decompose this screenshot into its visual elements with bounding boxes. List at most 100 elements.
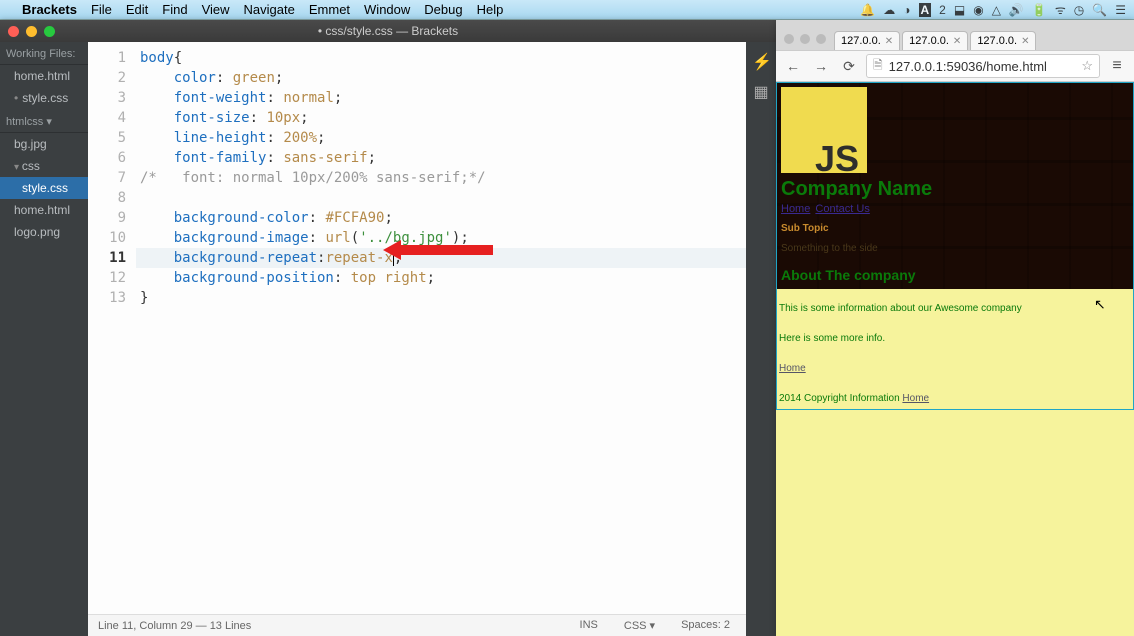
tree-bg[interactable]: bg.jpg [0, 133, 88, 155]
chrome-menu-button[interactable]: ≡ [1106, 57, 1128, 75]
tree-css-folder[interactable]: css [0, 155, 88, 177]
tab-title: 127.0.0. [977, 35, 1017, 47]
live-preview-icon[interactable]: ⚡ [752, 52, 770, 70]
tab-close-icon[interactable]: ✕ [1021, 36, 1029, 47]
egg-icon[interactable]: ◑ [903, 3, 910, 17]
chrome-toolbar: ← → ⟳ 🗎 127.0.0.1:59036/home.html ☆ ≡ [776, 50, 1134, 82]
info-p1: This is some information about our Aweso… [779, 299, 1131, 319]
browser-tab-2[interactable]: 127.0.0. ✕ [902, 31, 968, 50]
tab-title: 127.0.0. [909, 35, 949, 47]
footer: 2014 Copyright Information Home [779, 389, 1131, 409]
code-editor[interactable]: 12345678910111213 body{ color: green; fo… [88, 42, 746, 614]
bell-icon[interactable]: 🔔 [860, 3, 875, 17]
hero-section: JS Company Name Home Contact Us Sub Topi… [777, 83, 1133, 289]
code-line[interactable]: /* font: normal 10px/200% sans-serif;*/ [136, 168, 746, 188]
wifi-icon[interactable]: ᯤ [1055, 1, 1066, 18]
forward-button[interactable]: → [810, 55, 832, 77]
subnav-text: Something to the side [781, 239, 1129, 259]
clock-icon[interactable]: ◷ [1074, 3, 1084, 17]
tree-home-html[interactable]: home.html [0, 199, 88, 221]
company-name: Company Name [781, 179, 1129, 199]
code-line[interactable]: color: green; [136, 68, 746, 88]
footer-home-link[interactable]: Home [902, 393, 929, 404]
code-line[interactable]: font-family: sans-serif; [136, 148, 746, 168]
menu-help[interactable]: Help [477, 2, 504, 17]
rendered-page: JS Company Name Home Contact Us Sub Topi… [777, 83, 1133, 409]
cloud-icon[interactable]: ☁ [883, 3, 895, 17]
zoom-button[interactable] [44, 26, 55, 37]
page-body: This is some information about our Aweso… [777, 299, 1133, 409]
bookmark-icon[interactable]: ☆ [1081, 58, 1093, 74]
back-button[interactable]: ← [782, 55, 804, 77]
minimize-button[interactable] [26, 26, 37, 37]
menu-navigate[interactable]: Navigate [244, 2, 295, 17]
tree-logo-png[interactable]: logo.png [0, 221, 88, 243]
nav-contact[interactable]: Contact Us [815, 203, 869, 215]
code-line[interactable] [136, 188, 746, 208]
brackets-right-toolbar: ⚡ ▦ [746, 42, 776, 636]
status-lang[interactable]: CSS ▾ [618, 619, 661, 632]
chrome-zoom-button[interactable] [816, 34, 826, 44]
tree-style-css[interactable]: style.css [0, 177, 88, 199]
code-line[interactable]: body{ [136, 48, 746, 68]
status-ins[interactable]: INS [574, 619, 604, 632]
chrome-minimize-button[interactable] [800, 34, 810, 44]
about-heading: About The company [781, 265, 1129, 285]
mouse-cursor-icon: ↖ [1094, 296, 1106, 313]
page-viewport: JS Company Name Home Contact Us Sub Topi… [776, 82, 1134, 636]
app-name[interactable]: Brackets [22, 2, 77, 17]
window-title: • css/style.css — Brackets [0, 24, 776, 38]
menu-window[interactable]: Window [364, 2, 410, 17]
sidebar: Working Files: home.html style.css htmlc… [0, 42, 88, 636]
chrome-close-button[interactable] [784, 34, 794, 44]
code-line[interactable]: line-height: 200%; [136, 128, 746, 148]
volume-icon[interactable]: 🔊 [1009, 3, 1024, 17]
chrome-window: 127.0.0. ✕ 127.0.0. ✕ 127.0.0. ✕ ← → ⟳ 🗎… [776, 20, 1134, 636]
status-left: Line 11, Column 29 — 13 Lines [98, 620, 251, 632]
menu-emmet[interactable]: Emmet [309, 2, 350, 17]
adobe-icon[interactable]: A [919, 3, 932, 17]
menu-icon[interactable]: ☰ [1115, 3, 1126, 17]
menu-debug[interactable]: Debug [424, 2, 462, 17]
code-line[interactable]: font-weight: normal; [136, 88, 746, 108]
address-bar[interactable]: 🗎 127.0.0.1:59036/home.html ☆ [866, 54, 1100, 78]
code-content[interactable]: body{ color: green; font-weight: normal;… [136, 42, 746, 614]
search-icon[interactable]: 🔍 [1092, 3, 1107, 17]
menu-find[interactable]: Find [162, 2, 187, 17]
adobe-count: 2 [939, 3, 946, 17]
chrome-tabstrip: 127.0.0. ✕ 127.0.0. ✕ 127.0.0. ✕ [776, 20, 1134, 50]
drive-icon[interactable]: △ [992, 3, 1001, 17]
line-gutter: 12345678910111213 [88, 42, 136, 614]
nav-home[interactable]: Home [781, 203, 810, 215]
battery-icon[interactable]: 🔋 [1032, 3, 1047, 17]
reload-button[interactable]: ⟳ [838, 55, 860, 77]
nav-links: Home Contact Us [781, 199, 1129, 219]
mac-menubar: Brackets File Edit Find View Navigate Em… [0, 0, 1134, 20]
status-spaces[interactable]: Spaces: 2 [675, 619, 736, 632]
sync-icon[interactable]: ◉ [973, 3, 983, 17]
tab-close-icon[interactable]: ✕ [953, 36, 961, 47]
body-home-link[interactable]: Home [779, 363, 806, 374]
code-line[interactable]: font-size: 10px; [136, 108, 746, 128]
code-line[interactable]: background-position: top right; [136, 268, 746, 288]
annotation-arrow [383, 242, 493, 258]
url-text: 127.0.0.1:59036/home.html [889, 59, 1047, 74]
tab-title: 127.0.0. [841, 35, 881, 47]
extensions-icon[interactable]: ▦ [752, 82, 770, 100]
js-logo: JS [781, 87, 867, 173]
menu-edit[interactable]: Edit [126, 2, 148, 17]
dropbox-icon[interactable]: ⬓ [954, 3, 965, 17]
browser-tab-1[interactable]: 127.0.0. ✕ [834, 31, 900, 50]
menu-file[interactable]: File [91, 2, 112, 17]
code-line[interactable]: } [136, 288, 746, 308]
menu-view[interactable]: View [202, 2, 230, 17]
code-line[interactable]: background-color: #FCFA90; [136, 208, 746, 228]
working-file-style[interactable]: style.css [0, 87, 88, 109]
close-button[interactable] [8, 26, 19, 37]
tab-close-icon[interactable]: ✕ [885, 36, 893, 47]
working-file-home[interactable]: home.html [0, 65, 88, 87]
footer-text: 2014 Copyright Information [779, 393, 902, 404]
browser-tab-3[interactable]: 127.0.0. ✕ [970, 31, 1036, 50]
brackets-titlebar: • css/style.css — Brackets [0, 20, 776, 42]
project-head[interactable]: htmlcss ▾ [0, 109, 88, 133]
